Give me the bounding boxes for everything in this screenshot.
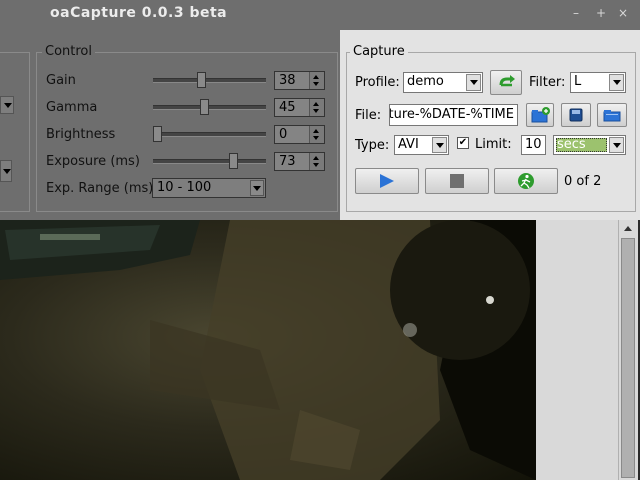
exposure-slider-handle[interactable] xyxy=(229,153,238,169)
gamma-spinbox[interactable]: 45 xyxy=(274,98,325,117)
new-folder-button[interactable] xyxy=(526,103,554,127)
play-icon xyxy=(380,174,394,188)
gain-slider-handle[interactable] xyxy=(197,72,206,88)
control-group-title: Control xyxy=(42,44,95,59)
brightness-label: Brightness xyxy=(46,127,116,142)
limit-checkbox[interactable]: ✔ xyxy=(457,137,469,149)
left-partial-frame xyxy=(0,52,30,212)
exposure-slider[interactable] xyxy=(153,153,266,169)
gain-slider[interactable] xyxy=(153,72,266,88)
filter-value: L xyxy=(574,74,582,89)
gamma-slider[interactable] xyxy=(153,99,266,115)
maximize-button[interactable]: + xyxy=(596,7,606,19)
capture-progress-text: 0 of 2 xyxy=(564,174,602,189)
refresh-icon xyxy=(499,75,515,87)
limit-unit-select[interactable]: secs xyxy=(553,135,626,155)
profile-select[interactable]: demo xyxy=(403,72,483,93)
left-partial-combo-2[interactable] xyxy=(0,160,12,182)
exposure-label: Exposure (ms) xyxy=(46,154,140,169)
brightness-spinbox[interactable]: 0 xyxy=(274,125,325,144)
exposure-spinbox[interactable]: 73 xyxy=(274,152,325,171)
chevron-down-icon xyxy=(466,74,481,91)
stop-capture-button[interactable] xyxy=(425,168,489,194)
save-icon xyxy=(569,108,583,122)
gain-value: 38 xyxy=(279,73,296,88)
profile-value: demo xyxy=(407,74,444,89)
profile-label: Profile: xyxy=(355,75,400,90)
type-value: AVI xyxy=(398,137,419,152)
file-template-value: pture-%DATE-%TIME xyxy=(389,107,514,122)
preview-image xyxy=(0,220,536,480)
chevron-down-icon xyxy=(609,74,624,91)
exposure-value: 73 xyxy=(279,154,296,169)
preview-margin xyxy=(536,220,618,480)
file-template-input[interactable]: pture-%DATE-%TIME xyxy=(389,104,518,126)
gain-stepper[interactable] xyxy=(309,72,324,89)
folder-icon xyxy=(603,110,621,122)
window-title: oaCapture 0.0.3 beta xyxy=(50,5,228,21)
running-man-icon xyxy=(518,173,534,189)
limit-value: 10 xyxy=(525,137,542,152)
gamma-value: 45 xyxy=(279,100,296,115)
gamma-stepper[interactable] xyxy=(309,99,324,116)
exposure-stepper[interactable] xyxy=(309,153,324,170)
scroll-up-icon[interactable] xyxy=(624,226,632,231)
brightness-stepper[interactable] xyxy=(309,126,324,143)
capture-group-title: Capture xyxy=(350,44,408,59)
start-capture-button[interactable] xyxy=(355,168,419,194)
filter-select[interactable]: L xyxy=(570,72,626,93)
close-button[interactable]: × xyxy=(618,7,628,19)
limit-unit-value: secs xyxy=(557,137,586,152)
limit-value-input[interactable]: 10 xyxy=(521,135,546,155)
camera-preview xyxy=(0,220,536,480)
exp-range-select[interactable]: 10 - 100 xyxy=(152,178,266,198)
type-select[interactable]: AVI xyxy=(394,135,449,155)
scrollbar-thumb[interactable] xyxy=(621,238,635,478)
filter-label: Filter: xyxy=(529,75,566,90)
brightness-slider-handle[interactable] xyxy=(153,126,162,142)
left-partial-combo[interactable] xyxy=(0,96,14,114)
folder-add-icon xyxy=(531,107,550,123)
open-folder-button[interactable] xyxy=(597,103,627,127)
refresh-profile-button[interactable] xyxy=(490,70,522,95)
minimize-button[interactable]: – xyxy=(573,7,579,19)
brightness-value: 0 xyxy=(279,127,288,142)
save-profile-button[interactable] xyxy=(561,103,591,127)
type-label: Type: xyxy=(355,138,390,153)
autorun-button[interactable] xyxy=(494,168,558,194)
file-label: File: xyxy=(355,108,382,123)
gamma-slider-handle[interactable] xyxy=(200,99,209,115)
gain-label: Gain xyxy=(46,73,76,88)
limit-label: Limit: xyxy=(475,137,512,152)
exp-range-value: 10 - 100 xyxy=(157,180,212,195)
chevron-down-icon xyxy=(250,180,264,196)
chevron-down-icon xyxy=(609,137,624,153)
exp-range-label: Exp. Range (ms) xyxy=(46,181,154,196)
chevron-down-icon xyxy=(432,137,447,153)
brightness-slider[interactable] xyxy=(153,126,266,142)
gamma-label: Gamma xyxy=(46,100,98,115)
preview-vertical-scrollbar[interactable] xyxy=(618,220,638,480)
stop-icon xyxy=(450,174,464,188)
gain-spinbox[interactable]: 38 xyxy=(274,71,325,90)
